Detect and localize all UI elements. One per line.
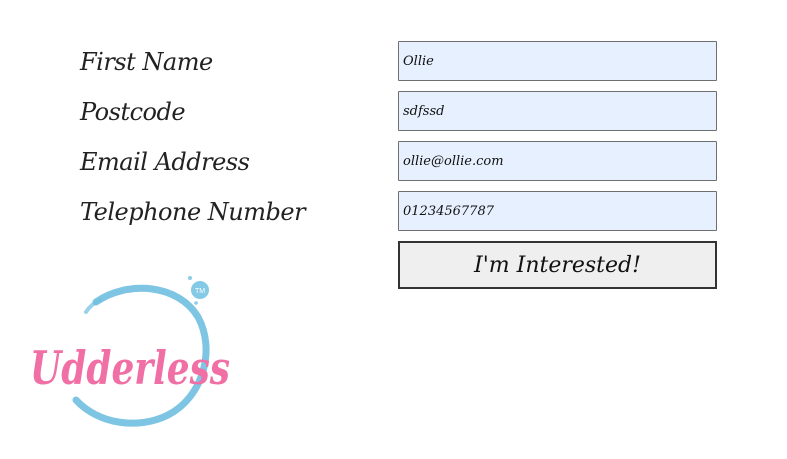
logo-wordmark: Udderless (30, 341, 230, 395)
udderless-logo: TM Udderless (30, 276, 230, 427)
email-input[interactable] (399, 142, 716, 180)
telephone-input[interactable] (399, 192, 716, 230)
first-name-label: First Name (80, 48, 213, 76)
postcode-input[interactable] (399, 92, 716, 130)
first-name-input[interactable] (399, 42, 716, 80)
postcode-label: Postcode (80, 98, 186, 126)
telephone-field-box (398, 191, 717, 231)
email-field-box (398, 141, 717, 181)
telephone-number-label: Telephone Number (80, 198, 306, 226)
trademark-mark: TM (195, 288, 205, 295)
signup-form-page: First Name Postcode Email Address Teleph… (0, 0, 787, 459)
email-address-label: Email Address (80, 148, 250, 176)
first-name-field-box (398, 41, 717, 81)
im-interested-button[interactable]: I'm Interested! (398, 241, 717, 289)
postcode-field-box (398, 91, 717, 131)
